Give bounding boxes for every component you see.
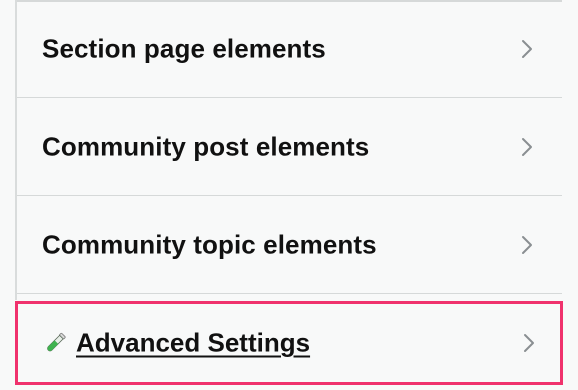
chevron-right-icon [524,334,534,352]
advanced-settings-label-group: Advanced Settings [42,328,310,359]
advanced-settings-label: Advanced Settings [76,327,311,358]
menu-item-section-page-elements[interactable]: Section page elements [17,0,562,98]
chevron-right-icon [522,39,532,58]
settings-menu-panel: Section page elements Community post ele… [0,0,578,390]
menu-item-community-topic-elements[interactable]: Community topic elements [17,196,562,294]
chevron-right-icon [522,137,532,156]
menu-item-label: Community post elements [42,131,370,161]
menu-item-label: Community topic elements [42,229,377,259]
menu-item-community-post-elements[interactable]: Community post elements [17,98,562,196]
menu-item-label: Section page elements [42,33,326,63]
chevron-right-icon [522,235,532,254]
test-tube-icon [47,332,66,351]
menu-item-advanced-settings[interactable]: Advanced Settings [15,301,563,385]
